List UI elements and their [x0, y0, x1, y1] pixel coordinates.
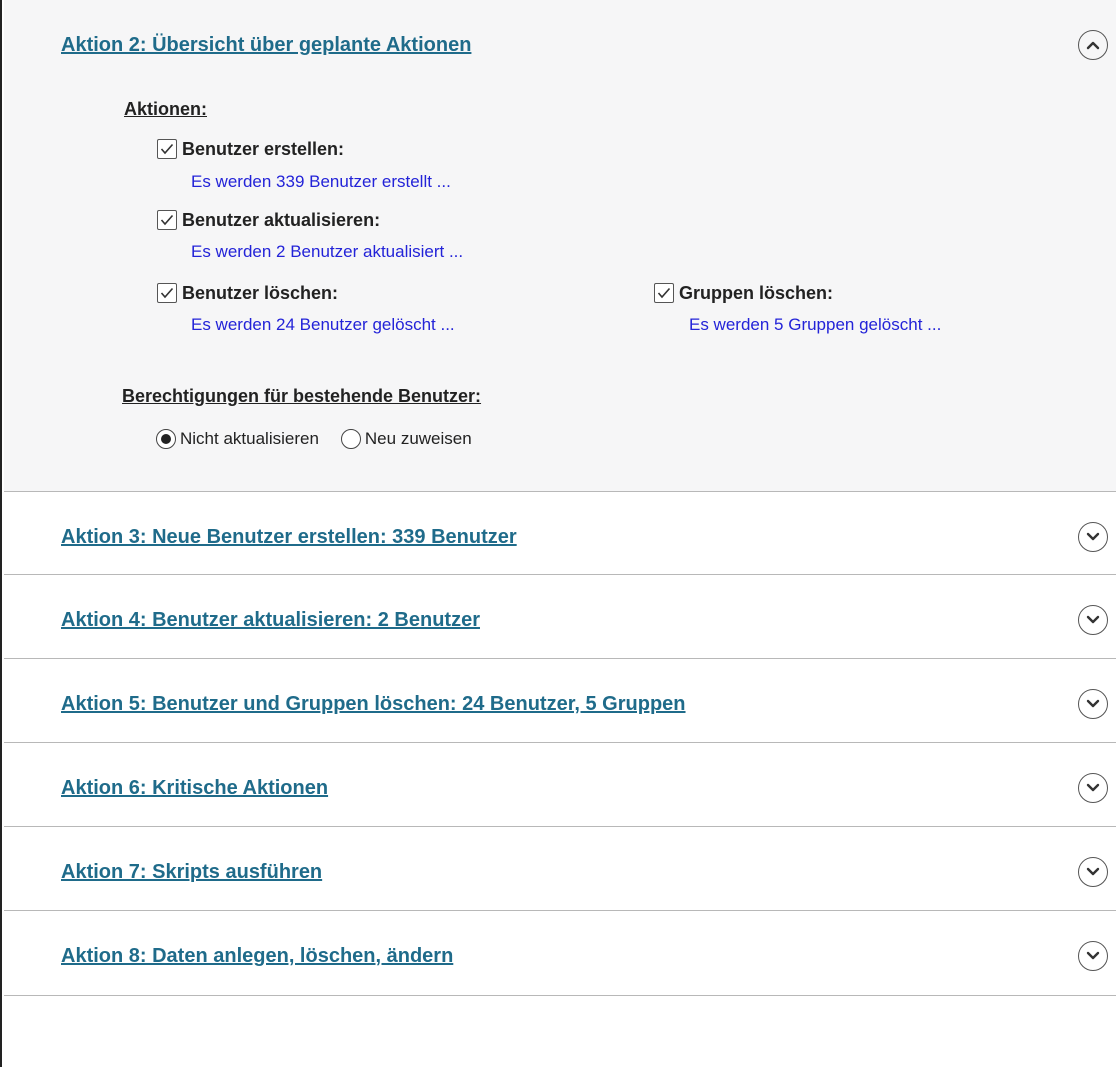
section-title-aktion-5[interactable]: Aktion 5: Benutzer und Gruppen löschen: …: [61, 693, 686, 716]
delete-users-checkbox[interactable]: [157, 283, 177, 303]
section-aktion-6: Aktion 6: Kritische Aktionen: [4, 743, 1116, 827]
chevron-down-icon: [1086, 615, 1100, 624]
create-users-description[interactable]: Es werden 339 Benutzer erstellt ...: [191, 172, 451, 192]
radio-neu-zuweisen[interactable]: [340, 429, 361, 449]
permissions-heading: Berechtigungen für bestehende Benutzer:: [122, 386, 482, 406]
radio-selected-dot: [161, 434, 171, 444]
section-aktion-2: Aktion 2: Übersicht über geplante Aktion…: [4, 0, 1116, 492]
checkbox-create-users-row: Benutzer erstellen:: [157, 138, 344, 160]
checkbox-delete-groups-row: Gruppen löschen:: [654, 282, 833, 304]
section-aktion-5: Aktion 5: Benutzer und Gruppen löschen: …: [4, 659, 1116, 743]
chevron-up-icon: [1086, 41, 1100, 50]
collapse-toggle[interactable]: [1078, 30, 1108, 60]
check-icon: [160, 214, 174, 226]
radio-nicht-aktualisieren-label[interactable]: Nicht aktualisieren: [180, 429, 319, 449]
checkbox-delete-users-row: Benutzer löschen:: [157, 282, 338, 304]
expand-toggle[interactable]: [1078, 857, 1108, 887]
expand-toggle[interactable]: [1078, 522, 1108, 552]
delete-groups-checkbox[interactable]: [654, 283, 674, 303]
check-icon: [160, 143, 174, 155]
update-users-checkbox[interactable]: [157, 210, 177, 230]
create-users-label: Benutzer erstellen:: [182, 138, 345, 159]
update-users-description[interactable]: Es werden 2 Benutzer aktualisiert ...: [191, 242, 463, 262]
delete-users-description[interactable]: Es werden 24 Benutzer gelöscht ...: [191, 315, 455, 335]
expand-toggle[interactable]: [1078, 605, 1108, 635]
section-aktion-8: Aktion 8: Daten anlegen, löschen, ändern: [4, 911, 1116, 996]
section-title-aktion-3[interactable]: Aktion 3: Neue Benutzer erstellen: 339 B…: [61, 526, 517, 549]
delete-groups-label: Gruppen löschen:: [679, 282, 834, 303]
delete-groups-description[interactable]: Es werden 5 Gruppen gelöscht ...: [689, 315, 941, 335]
section-aktion-7: Aktion 7: Skripts ausführen: [4, 827, 1116, 911]
chevron-down-icon: [1086, 699, 1100, 708]
radio-neu-zuweisen-label[interactable]: Neu zuweisen: [365, 429, 472, 449]
update-users-label: Benutzer aktualisieren:: [182, 209, 381, 230]
delete-users-label: Benutzer löschen:: [182, 282, 339, 303]
chevron-down-icon: [1086, 783, 1100, 792]
check-icon: [657, 287, 671, 299]
expand-toggle[interactable]: [1078, 941, 1108, 971]
section-title-aktion-2[interactable]: Aktion 2: Übersicht über geplante Aktion…: [61, 34, 471, 57]
expand-toggle[interactable]: [1078, 773, 1108, 803]
permissions-radio-group: Nicht aktualisieren Neu zuweisen: [156, 428, 494, 450]
checkbox-update-users-row: Benutzer aktualisieren:: [157, 209, 380, 231]
wizard-panel: Aktion 2: Übersicht über geplante Aktion…: [0, 0, 1116, 1067]
check-icon: [160, 287, 174, 299]
section-title-aktion-6[interactable]: Aktion 6: Kritische Aktionen: [61, 777, 328, 800]
actions-heading: Aktionen:: [124, 99, 207, 119]
section-title-aktion-4[interactable]: Aktion 4: Benutzer aktualisieren: 2 Benu…: [61, 609, 480, 632]
create-users-checkbox[interactable]: [157, 139, 177, 159]
chevron-down-icon: [1086, 951, 1100, 960]
chevron-down-icon: [1086, 867, 1100, 876]
chevron-down-icon: [1086, 532, 1100, 541]
section-aktion-3: Aktion 3: Neue Benutzer erstellen: 339 B…: [4, 492, 1116, 575]
section-title-aktion-7[interactable]: Aktion 7: Skripts ausführen: [61, 861, 322, 884]
section-aktion-4: Aktion 4: Benutzer aktualisieren: 2 Benu…: [4, 575, 1116, 659]
section-title-aktion-8[interactable]: Aktion 8: Daten anlegen, löschen, ändern: [61, 945, 453, 968]
radio-nicht-aktualisieren[interactable]: [156, 429, 176, 449]
expand-toggle[interactable]: [1078, 689, 1108, 719]
